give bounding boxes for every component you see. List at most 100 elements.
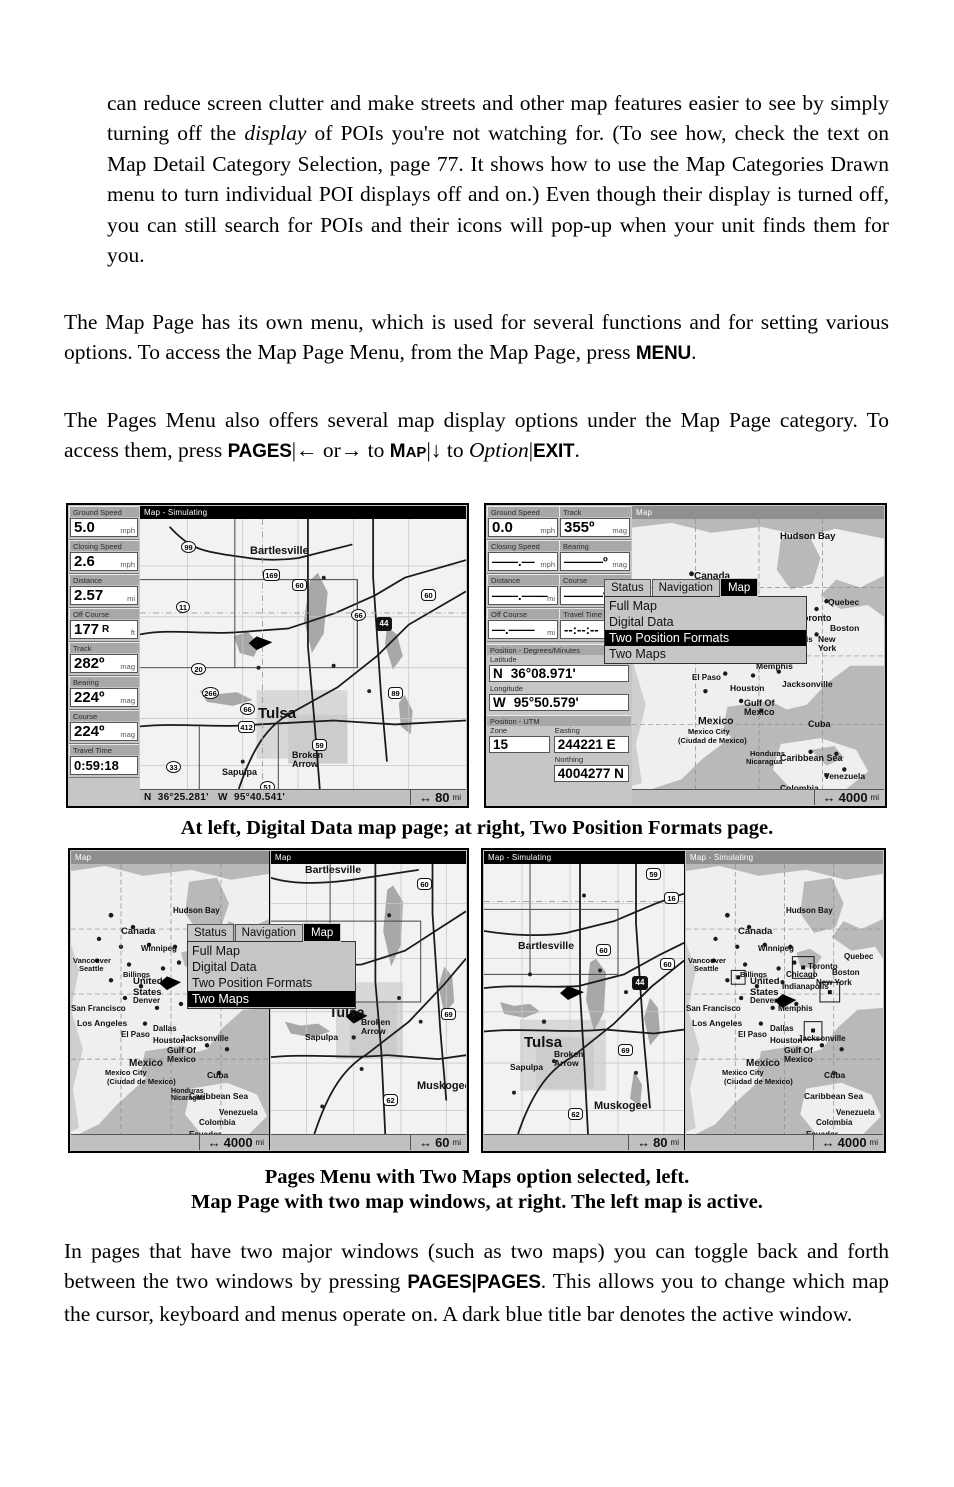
menu-item-full-map[interactable]: Full Map: [605, 598, 806, 614]
menu-item-two-position-formats[interactable]: Two Position Formats: [605, 630, 806, 646]
map-label-el-paso: El Paso: [692, 673, 721, 682]
map-label-caribbean-sea: Caribbean Sea: [804, 1091, 864, 1101]
data-cell-track: Track 355º mag: [559, 506, 631, 540]
data-cell-unit: mag: [120, 730, 135, 739]
fig3-menu-tabs[interactable]: Status Navigation Map: [187, 923, 356, 942]
map-label-caribbean-sea: Caribbean Sea: [189, 1091, 249, 1101]
shield-266: 266: [202, 687, 219, 699]
figure-digital-data-map-page: Ground Speed 5.0 mph Closing Speed 2.6 m…: [66, 503, 469, 808]
tab-status[interactable]: Status: [187, 924, 234, 941]
shield-66a: 66: [351, 609, 366, 621]
shield-60b: 60: [421, 589, 436, 601]
data-cell-value-box: 2.6 mph: [70, 552, 138, 571]
data-cell-label: Bearing: [559, 540, 631, 551]
map-label-tulsa: Tulsa: [258, 705, 297, 722]
document-page: can reduce screen clutter and make stree…: [0, 0, 954, 1487]
latitude-value: 36°25.281': [157, 792, 209, 803]
map-label-winnipeg: Winnipeg: [141, 944, 177, 953]
easting-field: 244221 E: [553, 736, 629, 753]
latitude-field: N 36°08.971': [489, 665, 629, 682]
data-cell-suffix: R: [102, 624, 110, 635]
map-label-broken-arrow: Broken Arrow: [292, 750, 324, 769]
tab-map[interactable]: Map: [302, 923, 342, 942]
map-label-boston: Boston: [830, 623, 860, 633]
fig4-right-title-bar: Map - Simulating: [686, 851, 883, 864]
shield-44-interstate: 44: [632, 976, 648, 990]
fig2-pages-menu[interactable]: Status Navigation Map Full Map Digital D…: [604, 578, 807, 664]
fig3-right-scale: ↔ 60 mi: [410, 1135, 466, 1150]
map-label-bartlesville: Bartlesville: [305, 864, 362, 876]
fig2-position-utm: Position - UTM Zone 15 Easting 244221 E: [487, 715, 631, 784]
data-cell-unit: mag: [612, 560, 627, 569]
data-cell-travel-time: Travel Time 0:59:18: [69, 744, 139, 778]
menu-item-two-maps[interactable]: Two Maps: [605, 646, 806, 662]
tab-navigation[interactable]: Navigation: [651, 579, 720, 596]
figure-map-page-two-windows: Map - Simulating Bartlesville Tulsa Sapu…: [481, 848, 886, 1153]
fig3-menu-list[interactable]: Full Map Digital Data Two Position Forma…: [187, 941, 356, 1009]
map-label-cuba: Cuba: [824, 1070, 846, 1080]
fig3-left-scale: ↔ 4000 mi: [198, 1135, 269, 1150]
data-cell-value-box: 355º mag: [560, 518, 630, 537]
data-cell-value-box: 177 R ft: [70, 620, 138, 639]
menu-item-two-maps[interactable]: Two Maps: [188, 991, 355, 1007]
menu-item-digital-data[interactable]: Digital Data: [188, 959, 355, 975]
fig2-menu-tabs[interactable]: Status Navigation Map: [604, 578, 807, 597]
fig3-left-status-bar: ↔ 4000 mi: [71, 1134, 269, 1150]
menu-item-digital-data[interactable]: Digital Data: [605, 614, 806, 630]
shield-69: 69: [441, 1008, 456, 1020]
scale-arrow-icon: ↔: [419, 790, 433, 805]
map-label-hudson-bay: Hudson Bay: [786, 906, 833, 915]
fig4-left-status-bar: ↔ 80 mi: [484, 1134, 684, 1150]
map-label-el-paso: El Paso: [738, 1030, 767, 1039]
fig4-right-map-window[interactable]: Map - Simulating Hudson Bay Canada Winni…: [686, 851, 883, 1150]
data-cell-label: Track: [559, 506, 631, 517]
fig4-left-map-window[interactable]: Map - Simulating Bartlesville Tulsa Sapu…: [484, 851, 685, 1150]
map-label-jacksonville: Jacksonville: [798, 1034, 846, 1043]
map-label-dallas: Dallas: [153, 1024, 177, 1033]
scale-arrow-icon: ↔: [821, 1135, 835, 1150]
figure-two-position-formats-page: Ground Speed 0.0 mph Closing Speed ——.— …: [484, 503, 887, 808]
caption-2: Pages Menu with Two Maps option selected…: [0, 1165, 954, 1215]
data-cell-label: Ground Speed: [69, 506, 139, 517]
tab-status[interactable]: Status: [604, 579, 651, 596]
fig1-scale: ↔ 80 mi: [410, 790, 466, 805]
shield-51: 51: [260, 781, 275, 789]
data-cell-value: 282º: [74, 655, 105, 672]
scale-unit: mi: [452, 1138, 461, 1147]
tab-map[interactable]: Map: [719, 578, 759, 597]
longitude-label: Longitude: [490, 684, 523, 693]
map-label-denver: Denver: [133, 996, 161, 1005]
map-label-san-francisco: San Francisco: [71, 1004, 126, 1013]
map-label-caribbean-sea: Caribbean Sea: [780, 753, 843, 763]
shield-412: 412: [238, 721, 255, 733]
key-pages: PAGES: [227, 441, 292, 463]
map-label-venezuela: Venezuela: [219, 1108, 258, 1117]
map-label-seattle: Seattle: [79, 964, 104, 973]
data-cell-unit: mph: [120, 560, 135, 569]
fig1-title-bar: Map - Simulating: [140, 506, 466, 519]
fig3-pages-menu[interactable]: Status Navigation Map Full Map Digital D…: [187, 923, 356, 1009]
fig2-menu-list[interactable]: Full Map Digital Data Two Position Forma…: [604, 596, 807, 664]
fig1-map-window[interactable]: Map - Simulating Bartlesville Tulsa Sapu…: [140, 506, 466, 805]
data-cell-value-box: 5.0 mph: [70, 518, 138, 537]
data-cell-value-box: ——.—— mi: [488, 586, 558, 605]
menu-item-full-map[interactable]: Full Map: [188, 943, 355, 959]
data-cell-value-box: 0.0 mph: [488, 518, 558, 537]
data-cell-value: —.——: [492, 622, 535, 637]
data-cell-value-box: 224º mag: [70, 688, 138, 707]
map-label-jacksonville: Jacksonville: [782, 679, 833, 689]
shield-11: 11: [176, 601, 190, 613]
longitude-value: 95°50.579': [513, 695, 579, 710]
data-cell-ground-speed: Ground Speed 5.0 mph: [69, 506, 139, 540]
data-cell-value: 224º: [74, 689, 105, 706]
map-label-dallas: Dallas: [770, 1024, 794, 1033]
tab-navigation[interactable]: Navigation: [234, 924, 303, 941]
map-label-san-francisco: San Francisco: [686, 1004, 741, 1013]
data-cell-value: ———º: [564, 588, 608, 603]
menu-item-two-position-formats[interactable]: Two Position Formats: [188, 975, 355, 991]
fig1-map-graphics: [140, 519, 466, 789]
key-pages-pages: PAGES|PAGES: [407, 1272, 541, 1294]
data-cell-label: Track: [69, 642, 139, 653]
zone-label: Zone: [490, 726, 508, 735]
map-label-hudson-bay: Hudson Bay: [780, 531, 836, 542]
